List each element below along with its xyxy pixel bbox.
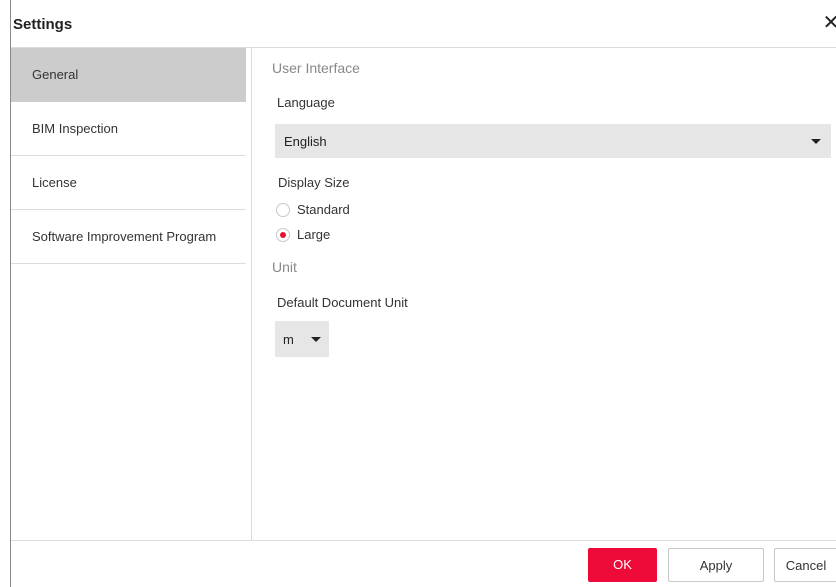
sidebar-item-license[interactable]: License: [11, 156, 246, 210]
apply-button[interactable]: Apply: [668, 548, 764, 582]
sidebar-item-general[interactable]: General: [11, 48, 246, 102]
default-unit-select[interactable]: m: [275, 321, 329, 357]
chevron-down-icon: [311, 337, 321, 342]
sidebar-item-label: License: [32, 175, 77, 190]
display-size-standard-label: Standard: [297, 202, 350, 217]
sidebar-item-label: BIM Inspection: [32, 121, 118, 136]
language-select-value: English: [284, 134, 327, 149]
sidebar-item-bim-inspection[interactable]: BIM Inspection: [11, 102, 246, 156]
display-size-label: Display Size: [278, 175, 350, 190]
radio-unchecked-icon: [276, 203, 290, 217]
sidebar-item-label: Software Improvement Program: [32, 229, 217, 244]
settings-dialog: Settings ✕ General BIM Inspection Licens…: [10, 0, 836, 587]
unit-section-title: Unit: [272, 259, 297, 275]
settings-sidebar: General BIM Inspection License Software …: [11, 48, 252, 541]
user-interface-section-title: User Interface: [272, 60, 360, 76]
general-settings-panel: User Interface Language English Display …: [269, 48, 835, 541]
dialog-title: Settings: [13, 16, 73, 33]
dialog-titlebar: Settings ✕: [11, 0, 836, 48]
language-label: Language: [277, 95, 335, 110]
dialog-footer: OK Apply Cancel: [11, 540, 836, 587]
radio-checked-icon: [276, 228, 290, 242]
ok-button[interactable]: OK: [588, 548, 657, 582]
language-select[interactable]: English: [275, 124, 831, 158]
chevron-down-icon: [811, 139, 821, 144]
sidebar-item-label: General: [32, 67, 79, 82]
sidebar-item-software-improvement-program[interactable]: Software Improvement Program: [11, 210, 246, 264]
display-size-large-label: Large: [297, 227, 331, 242]
default-document-unit-label: Default Document Unit: [277, 295, 408, 310]
close-icon[interactable]: ✕: [821, 12, 836, 34]
default-unit-select-value: m: [283, 332, 294, 347]
cancel-button[interactable]: Cancel: [774, 548, 836, 582]
